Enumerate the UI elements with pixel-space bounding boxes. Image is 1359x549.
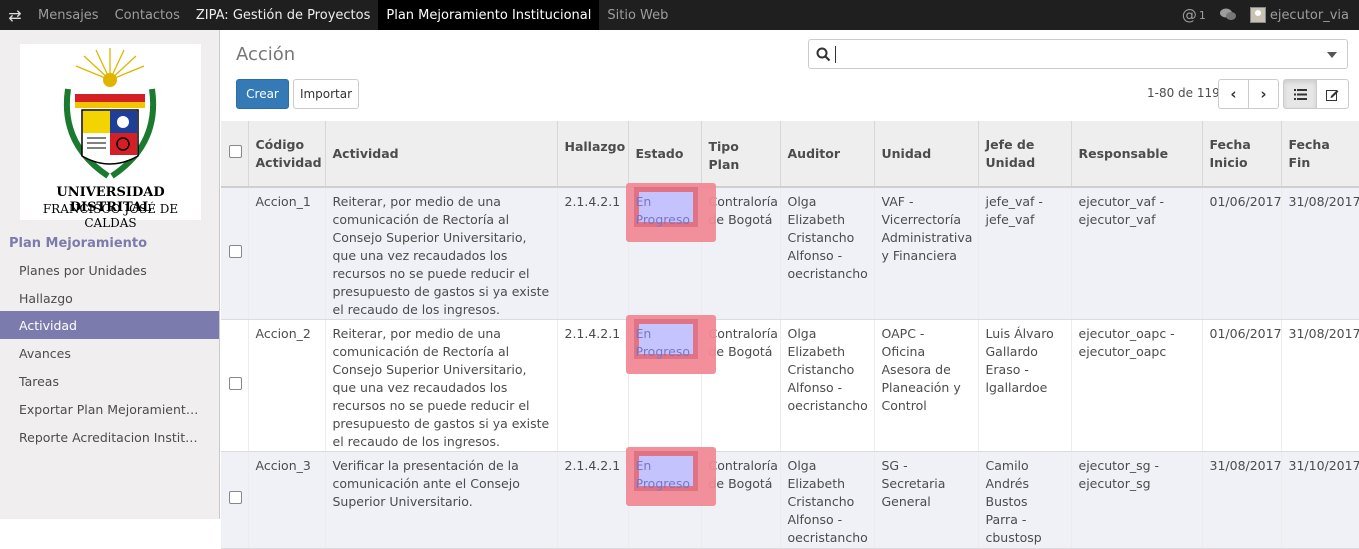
header-fecha-inicio[interactable]: Fecha Inicio — [1202, 121, 1282, 188]
row-checkbox[interactable] — [221, 451, 249, 549]
cell-unidad: SG - Secretaria General — [874, 451, 979, 549]
cell-jefe: jefe_vaf - jefe_vaf — [978, 187, 1072, 320]
cell-fecha-inicio: 01/06/2017 — [1202, 187, 1282, 320]
menu-toggle-icon[interactable]: ⇄ — [0, 0, 30, 30]
row-checkbox[interactable] — [221, 319, 249, 452]
notification-count: 1 — [1198, 8, 1206, 22]
avatar — [1249, 7, 1266, 23]
notifications[interactable]: @ 1 — [1182, 6, 1206, 24]
sidebar-item-reporte-acreditacion[interactable]: Reporte Acreditacion Instit… — [0, 423, 219, 451]
search-icon — [816, 47, 831, 62]
pager-next-icon[interactable]: › — [1248, 79, 1279, 109]
header-responsable[interactable]: Responsable — [1071, 121, 1203, 188]
create-button[interactable]: Crear — [236, 79, 289, 109]
header-codigo[interactable]: Código Actividad — [248, 121, 326, 188]
cell-fecha-fin: 31/10/2017 — [1281, 451, 1359, 549]
cell-codigo: Accion_1 — [248, 187, 326, 320]
cell-responsable: ejecutor_vaf - ejecutor_vaf — [1071, 187, 1203, 320]
user-name: ejecutor_via — [1269, 7, 1349, 23]
header-actividad[interactable]: Actividad — [325, 121, 558, 188]
sidebar-item-planes-por-unidades[interactable]: Planes por Unidades — [0, 256, 219, 284]
cell-fecha-inicio: 31/08/2017 — [1202, 451, 1282, 549]
header-fecha-fin[interactable]: Fecha Fin — [1281, 121, 1359, 188]
cell-jefe: Luis Álvaro Gallardo Eraso - lgallardoe — [978, 319, 1072, 452]
cell-hallazgo: 2.1.4.2.1 — [557, 451, 629, 549]
cell-fecha-fin: 31/08/2017 — [1281, 319, 1359, 452]
select-all-checkbox[interactable] — [221, 121, 249, 188]
cell-auditor: Olga Elizabeth Cristancho Alfonso - oecr… — [780, 319, 875, 452]
pager-value[interactable]: 1-80 de 119 — [1147, 86, 1220, 100]
cell-codigo: Accion_2 — [248, 319, 326, 452]
nav-contactos[interactable]: Contactos — [107, 0, 188, 30]
sidebar-item-actividad[interactable]: Actividad — [0, 311, 219, 339]
list-view-icon[interactable] — [1283, 79, 1317, 109]
cell-auditor: Olga Elizabeth Cristancho Alfonso - oecr… — [780, 187, 875, 320]
cell-estado: En Progreso — [625, 315, 716, 452]
table-row[interactable]: Accion_1 Reiterar, por medio de una comu… — [221, 183, 1359, 320]
nav-mensajes[interactable]: Mensajes — [30, 0, 107, 30]
cell-responsable: ejecutor_oapc - ejecutor_oapc — [1071, 319, 1203, 452]
cell-responsable: ejecutor_sg - ejecutor_sg — [1071, 451, 1203, 549]
nav-sitio-web[interactable]: Sitio Web — [599, 0, 676, 30]
sidebar-item-tareas[interactable]: Tareas — [0, 367, 219, 395]
crest-icon — [63, 48, 157, 179]
cell-unidad: VAF - Vicerrectoría Administrativa y Fin… — [874, 187, 979, 320]
header-unidad[interactable]: Unidad — [874, 121, 979, 188]
text-cursor — [835, 46, 836, 63]
row-checkbox[interactable] — [221, 187, 249, 320]
user-menu[interactable]: ejecutor_via — [1249, 7, 1349, 23]
cell-fecha-fin: 31/08/2017 — [1281, 187, 1359, 320]
cell-actividad: Verificar la presentación de la comunica… — [325, 451, 558, 549]
sidebar-item-exportar-plan[interactable]: Exportar Plan Mejoramient… — [0, 395, 219, 423]
table-row[interactable]: Accion_3 Verificar la presentación de la… — [221, 447, 1359, 549]
search-input[interactable] — [808, 39, 1348, 69]
sidebar: UNIVERSIDAD DISTRITAL FRANCISCO JOSÉ DE … — [0, 30, 220, 519]
logo-line2: FRANCISCO JOSÉ DE CALDAS — [42, 202, 179, 230]
cell-actividad: Reiterar, por medio de una comunicación … — [325, 319, 558, 452]
cell-estado: En Progreso — [625, 447, 716, 549]
cell-auditor: Olga Elizabeth Cristancho Alfonso - oecr… — [780, 451, 875, 549]
page-title: Acción — [236, 44, 296, 65]
header-jefe-unidad[interactable]: Jefe de Unidad — [978, 121, 1072, 188]
university-logo: UNIVERSIDAD DISTRITAL FRANCISCO JOSÉ DE … — [20, 44, 201, 230]
cell-hallazgo: 2.1.4.2.1 — [557, 319, 629, 452]
import-button[interactable]: Importar — [293, 79, 359, 109]
nav-zipa[interactable]: ZIPA: Gestión de Proyectos — [188, 0, 378, 30]
search-dropdown-icon[interactable] — [1327, 52, 1337, 58]
chat-icon[interactable] — [1219, 8, 1236, 22]
header-tipo-plan[interactable]: Tipo Plan — [701, 121, 781, 188]
pager-previous-icon[interactable]: ‹ — [1218, 79, 1249, 109]
header-auditor[interactable]: Auditor — [780, 121, 875, 188]
form-view-icon[interactable] — [1316, 79, 1349, 109]
cell-hallazgo: 2.1.4.2.1 — [557, 187, 629, 320]
cell-jefe: Camilo Andrés Bustos Parra - cbustosp — [978, 451, 1072, 549]
sidebar-item-avances[interactable]: Avances — [0, 339, 219, 367]
sidebar-section-title: Plan Mejoramiento — [9, 236, 148, 251]
table-header-row: Código Actividad Actividad Hallazgo Esta… — [221, 121, 1359, 188]
at-icon: @ — [1181, 6, 1197, 24]
cell-fecha-inicio: 01/06/2017 — [1202, 319, 1282, 452]
cell-estado: En Progreso — [625, 183, 716, 320]
top-navbar: ⇄ Mensajes Contactos ZIPA: Gestión de Pr… — [0, 0, 1359, 30]
header-estado[interactable]: Estado — [628, 121, 702, 188]
sidebar-item-hallazgo[interactable]: Hallazgo — [0, 284, 219, 312]
cell-actividad: Reiterar, por medio de una comunicación … — [325, 187, 558, 320]
cell-unidad: OAPC - Oficina Asesora de Planeación y C… — [874, 319, 979, 452]
cell-codigo: Accion_3 — [248, 451, 326, 549]
actions-table: Código Actividad Actividad Hallazgo Esta… — [221, 121, 1359, 549]
nav-plan-mejoramiento[interactable]: Plan Mejoramiento Institucional — [378, 0, 600, 30]
header-hallazgo[interactable]: Hallazgo — [557, 121, 629, 188]
table-row[interactable]: Accion_2 Reiterar, por medio de una comu… — [221, 315, 1359, 452]
